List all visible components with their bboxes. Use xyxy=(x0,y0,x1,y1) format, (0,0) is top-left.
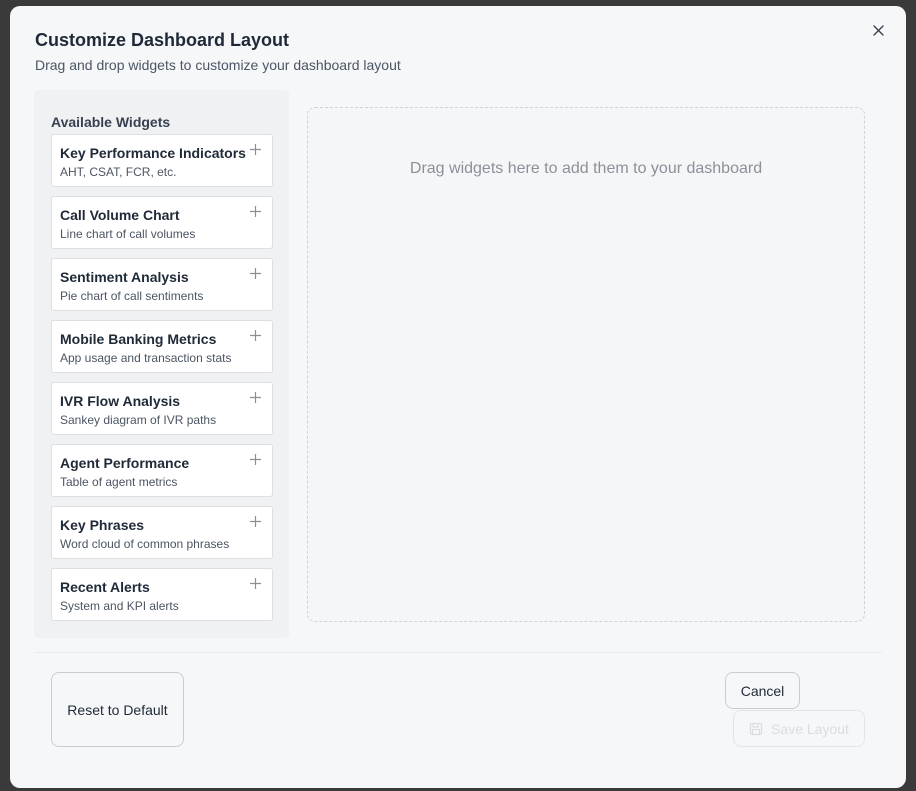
widget-card-sentiment-analysis[interactable]: Sentiment Analysis Pie chart of call sen… xyxy=(51,258,273,311)
reset-to-default-button[interactable]: Reset to Default xyxy=(51,672,184,747)
widget-description: Table of agent metrics xyxy=(60,475,178,489)
plus-icon[interactable] xyxy=(249,391,262,404)
save-layout-button[interactable]: Save Layout xyxy=(733,710,865,747)
plus-icon[interactable] xyxy=(249,329,262,342)
close-button[interactable] xyxy=(868,20,888,40)
customize-dashboard-dialog: Customize Dashboard Layout Drag and drop… xyxy=(10,6,906,788)
widget-description: System and KPI alerts xyxy=(60,599,179,613)
widget-name: Agent Performance xyxy=(60,455,190,471)
save-layout-label: Save Layout xyxy=(771,720,849,737)
dashboard-drop-zone[interactable]: Drag widgets here to add them to your da… xyxy=(307,107,865,622)
drop-zone-hint: Drag widgets here to add them to your da… xyxy=(409,160,763,177)
widget-card-call-volume-chart[interactable]: Call Volume Chart Line chart of call vol… xyxy=(51,196,273,249)
widget-card-key-phrases[interactable]: Key Phrases Word cloud of common phrases xyxy=(51,506,273,559)
cancel-button[interactable]: Cancel xyxy=(725,672,800,709)
close-icon xyxy=(872,24,884,36)
panel-heading: Available Widgets xyxy=(51,114,171,130)
dialog-title: Customize Dashboard Layout xyxy=(35,30,290,50)
widget-card-ivr-flow-analysis[interactable]: IVR Flow Analysis Sankey diagram of IVR … xyxy=(51,382,273,435)
widget-card-key-performance-indicators[interactable]: Key Performance Indicators AHT, CSAT, FC… xyxy=(51,134,273,187)
widget-name: IVR Flow Analysis xyxy=(60,393,181,409)
widget-card-recent-alerts[interactable]: Recent Alerts System and KPI alerts xyxy=(51,568,273,621)
save-icon xyxy=(749,722,763,735)
dialog-subtitle: Drag and drop widgets to customize your … xyxy=(35,57,401,73)
plus-icon[interactable] xyxy=(249,515,262,528)
widget-description: Pie chart of call sentiments xyxy=(60,289,204,303)
plus-icon[interactable] xyxy=(249,453,262,466)
widget-name: Key Phrases xyxy=(60,517,145,533)
widget-name: Recent Alerts xyxy=(60,579,150,595)
widget-description: Word cloud of common phrases xyxy=(60,537,230,551)
plus-icon[interactable] xyxy=(249,577,262,590)
plus-icon[interactable] xyxy=(249,143,262,156)
widget-name: Mobile Banking Metrics xyxy=(60,331,217,347)
widget-description: Sankey diagram of IVR paths xyxy=(60,413,217,427)
widget-card-agent-performance[interactable]: Agent Performance Table of agent metrics xyxy=(51,444,273,497)
widget-description: Line chart of call volumes xyxy=(60,227,196,241)
footer-divider xyxy=(34,652,882,653)
widget-description: App usage and transaction stats xyxy=(60,351,232,365)
widget-name: Call Volume Chart xyxy=(60,207,180,223)
widget-name: Key Performance Indicators xyxy=(60,145,246,161)
widget-name: Sentiment Analysis xyxy=(60,269,189,285)
plus-icon[interactable] xyxy=(249,205,262,218)
widget-card-mobile-banking-metrics[interactable]: Mobile Banking Metrics App usage and tra… xyxy=(51,320,273,373)
available-widgets-panel: Available Widgets Key Performance Indica… xyxy=(34,90,289,638)
plus-icon[interactable] xyxy=(249,267,262,280)
widget-description: AHT, CSAT, FCR, etc. xyxy=(60,165,177,179)
